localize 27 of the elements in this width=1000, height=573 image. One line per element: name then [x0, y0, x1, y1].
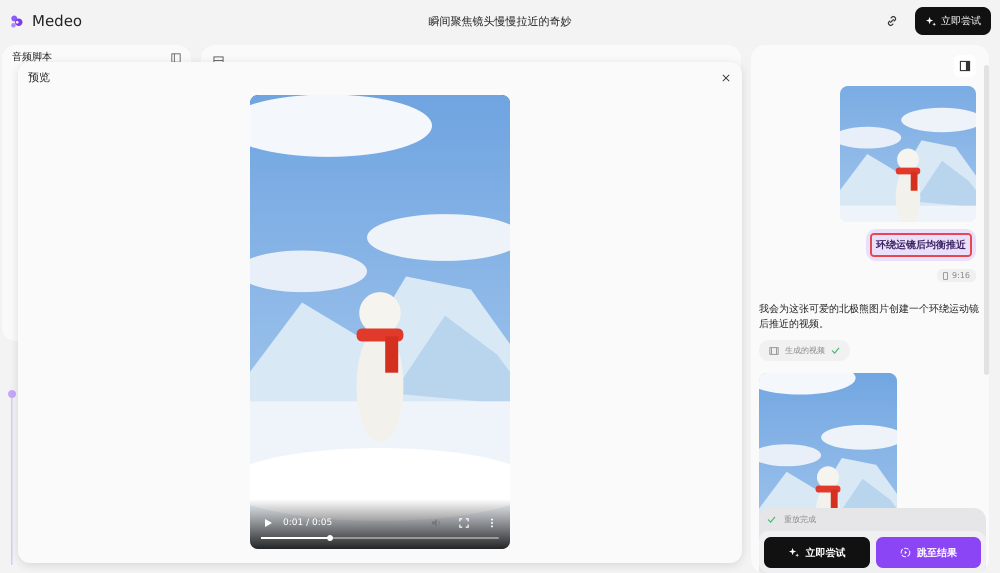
logo-icon [9, 14, 24, 28]
layout-icon[interactable] [171, 53, 181, 63]
panel-title: 音频脚本 [12, 52, 52, 64]
app-name: Medeo [32, 12, 82, 30]
phone-icon [943, 272, 948, 280]
prompt-text: 环绕运镜后均衡推近 [870, 233, 972, 257]
play-icon[interactable] [263, 518, 273, 528]
film-icon [769, 346, 779, 356]
play-circle-icon [900, 547, 911, 558]
scrollbar[interactable] [984, 65, 989, 375]
result-chip[interactable]: 生成的视频 [759, 340, 850, 361]
dialog-title: 预览 [28, 70, 50, 85]
try-now-button[interactable]: 立即尝试 [915, 7, 991, 35]
panel-toggle-icon[interactable] [954, 55, 976, 77]
try-now-button[interactable]: 立即尝试 [764, 537, 870, 568]
status-text: 重放完成 [784, 514, 816, 525]
sparkle-icon [788, 547, 800, 558]
video-player[interactable]: 0:01 / 0:05 [250, 95, 510, 549]
sparkle-icon [925, 16, 936, 26]
assistant-message: 我会为这张可爱的北极熊图片创建一个环绕运动镜后推近的视频。 [759, 302, 980, 332]
jump-to-result-button[interactable]: 跳至结果 [876, 537, 981, 568]
close-icon[interactable] [722, 74, 730, 82]
video-time: 0:01 / 0:05 [283, 518, 332, 528]
fullscreen-icon[interactable] [459, 518, 469, 528]
link-icon[interactable] [885, 14, 899, 28]
project-title: 瞬间聚焦镜头慢慢拉近的奇妙 [428, 14, 572, 28]
aspect-chip: 9:16 [937, 269, 976, 282]
